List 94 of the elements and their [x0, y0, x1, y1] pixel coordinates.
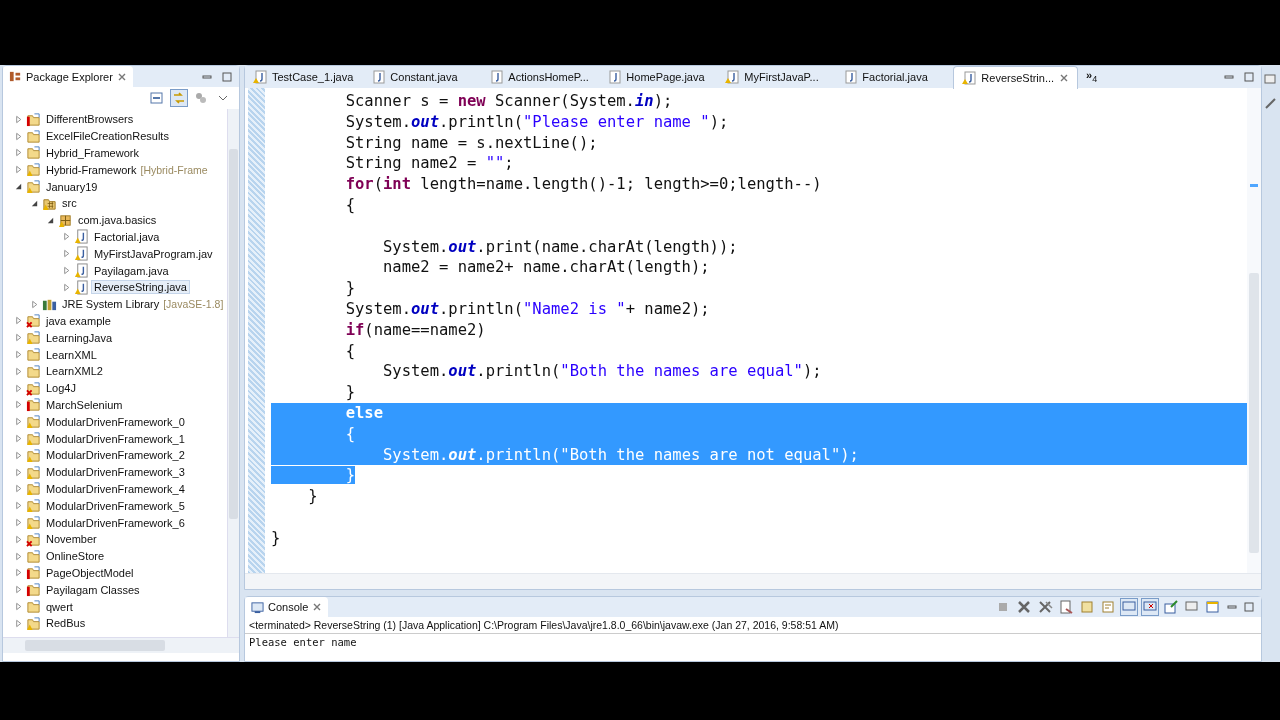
editor-tab[interactable]: MyFirstJavaP... — [717, 66, 834, 88]
code-line: } — [271, 528, 281, 547]
tree-item[interactable]: ReverseString.java — [92, 281, 189, 294]
word-wrap-icon[interactable] — [1100, 599, 1116, 616]
open-console-icon[interactable] — [1205, 599, 1221, 616]
more-tabs-button[interactable]: »$_{4}$ — [1080, 69, 1104, 85]
tree-item[interactable]: Hybrid_Framework — [44, 147, 141, 159]
close-icon[interactable] — [312, 602, 323, 613]
code-line: System.out.print(name.charAt(length)); — [381, 237, 738, 256]
code-line: String name2 = ""; — [344, 154, 514, 173]
code-line: System.out.println("Name2 is "+ name2); — [344, 299, 710, 318]
code-line: if(name==name2) — [344, 320, 486, 339]
tree-item[interactable]: OnlineStore — [44, 550, 107, 563]
monitor-icon[interactable] — [1121, 599, 1137, 616]
tree-item[interactable]: MyFirstJavaProgram.jav — [92, 247, 215, 260]
tree-item[interactable]: ModularDrivenFramework_3 — [44, 466, 187, 479]
tree-item[interactable]: Payilagam.java — [92, 264, 171, 277]
tree-item[interactable]: com.java.basics — [76, 214, 159, 227]
tree-item[interactable]: ModularDrivenFramework_1 — [44, 432, 187, 445]
editor-tab[interactable]: ReverseStrin... — [953, 65, 1079, 89]
horizontal-scrollbar[interactable] — [245, 573, 1261, 590]
pin-icon[interactable] — [1163, 599, 1179, 616]
filter-icon[interactable] — [193, 90, 209, 106]
tree-item[interactable]: JRE System Library — [60, 298, 162, 311]
tree-item[interactable]: Hybrid-Framework — [44, 163, 139, 176]
expander-icon[interactable] — [30, 198, 39, 208]
java-file-icon — [489, 70, 504, 84]
tree-item[interactable]: PageObjectModel — [44, 566, 136, 579]
code-line: } — [344, 279, 355, 298]
editor-tab[interactable]: HomePage.java — [599, 66, 716, 88]
expander-icon[interactable] — [14, 182, 23, 192]
tree-item[interactable]: November — [44, 533, 99, 546]
java-file-icon — [843, 70, 858, 84]
package-explorer-icon — [9, 70, 22, 83]
code-line: Scanner s = new Scanner(System.in); — [344, 92, 673, 110]
tree-item[interactable]: ModularDrivenFramework_6 — [44, 516, 187, 529]
tree-item[interactable]: qwert — [44, 600, 75, 613]
code-line: } — [344, 383, 355, 402]
java-file-icon — [607, 70, 622, 84]
expander-icon[interactable] — [46, 215, 55, 225]
editor-tab[interactable]: Factorial.java — [835, 66, 952, 88]
tree-item[interactable]: ModularDrivenFramework_0 — [44, 415, 187, 428]
java-file-icon — [725, 70, 740, 84]
tree-item[interactable]: ExcelFileCreationResults — [44, 130, 171, 143]
editor-tab[interactable]: ActionsHomeP... — [481, 66, 598, 88]
horizontal-scrollbar[interactable] — [3, 637, 239, 653]
maximize-icon[interactable] — [1243, 601, 1255, 614]
code-line: String name = s.nextLine(); — [344, 133, 598, 152]
maximize-icon[interactable] — [1243, 71, 1255, 83]
close-icon[interactable] — [1059, 72, 1070, 83]
monitor-icon[interactable] — [1142, 599, 1158, 616]
perspective-icon[interactable] — [1263, 71, 1279, 87]
clear-console-icon[interactable] — [1058, 599, 1074, 616]
tree-item[interactable]: Payilagam Classes — [44, 583, 142, 596]
code-line: } — [307, 487, 318, 506]
tree-item[interactable]: MarchSelenium — [44, 398, 125, 411]
editor-tab[interactable]: TestCase_1.java — [245, 66, 362, 88]
collapse-all-icon[interactable] — [149, 90, 165, 106]
tree-item[interactable]: ModularDrivenFramework_4 — [44, 482, 187, 495]
tree-item[interactable]: java example — [44, 314, 113, 327]
maximize-icon[interactable] — [221, 70, 233, 83]
tree-item[interactable]: LearnXML — [44, 348, 99, 361]
tree-item[interactable]: Log4J — [44, 382, 78, 395]
tree-item[interactable]: RedBus — [44, 617, 88, 630]
tree-item[interactable]: ModularDrivenFramework_2 — [44, 449, 187, 462]
link-icon[interactable] — [171, 90, 187, 106]
java-file-icon — [253, 70, 267, 84]
code-line: for(int length=name.length()-1; length>=0;length--) — [344, 175, 822, 194]
code-line: System.out.println("Both the names are equal"); — [381, 362, 822, 381]
code-line: name2 = name2+ name.charAt(length); — [381, 258, 710, 277]
tree-item[interactable]: DifferentBrowsers — [44, 113, 136, 126]
console-icon — [251, 600, 264, 614]
tree-item[interactable]: January19 — [44, 180, 100, 193]
tree-item-decoration: [Hybrid-Frame — [140, 163, 208, 176]
tree-item-decoration: [JavaSE-1.8] — [163, 298, 224, 311]
editor-tab[interactable]: Constant.java — [363, 66, 480, 88]
vertical-scrollbar[interactable] — [227, 109, 239, 637]
code-line: System.out.println("Please enter name "); — [344, 112, 729, 131]
perspective-icon[interactable] — [1263, 95, 1279, 111]
close-icon[interactable] — [116, 71, 127, 82]
java-file-icon — [371, 70, 386, 84]
console-output: Please enter name — [249, 636, 357, 649]
tree-item[interactable]: src — [60, 197, 79, 210]
tree-item[interactable]: LearningJava — [44, 331, 115, 344]
java-file-icon — [962, 70, 977, 85]
scroll-lock-icon[interactable] — [1079, 599, 1095, 616]
code-line: { — [344, 196, 355, 214]
tree-item[interactable]: Factorial.java — [92, 230, 162, 243]
tree-item[interactable]: LearnXML2 — [44, 365, 105, 378]
console-status: <terminated> ReverseString (1) [Java Application] C:\Program Files\Java\jre1.8.0_66\bin\javaw.exe (Jan 27, 2016, 9:58:51 AM) — [245, 617, 1261, 635]
tree-item[interactable]: ModularDrivenFramework_5 — [44, 499, 187, 512]
console-tab[interactable]: Console — [245, 597, 329, 618]
package-explorer-tab[interactable]: Package Explorer — [3, 66, 133, 87]
code-line: { — [344, 341, 355, 360]
